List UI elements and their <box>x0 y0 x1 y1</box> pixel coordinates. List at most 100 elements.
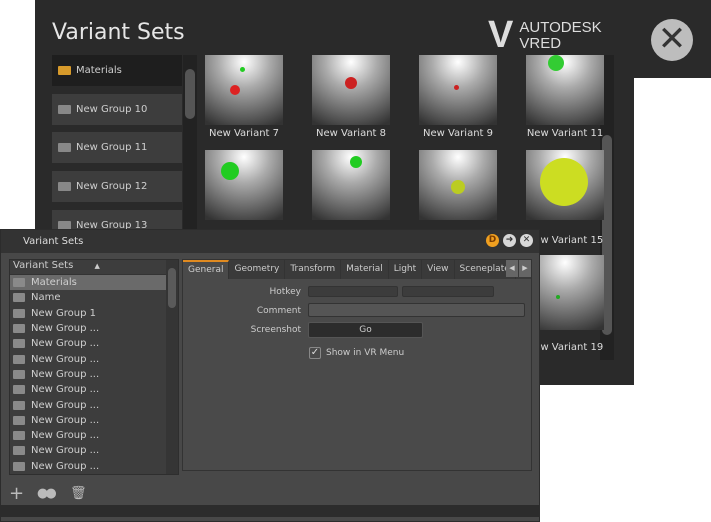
sphere-preview <box>540 158 588 206</box>
list-item[interactable]: New Group ... <box>10 397 166 412</box>
variant-thumbnail[interactable] <box>205 150 283 220</box>
variant-thumbnail[interactable] <box>205 55 283 125</box>
folder-icon <box>13 354 25 364</box>
variant-thumbnail[interactable] <box>419 150 497 220</box>
list-item[interactable]: New Group ... <box>10 336 166 351</box>
list-item[interactable]: Materials <box>10 275 166 291</box>
scroll-thumb[interactable] <box>168 268 176 308</box>
list-item[interactable]: New Group ... <box>10 321 166 336</box>
variant-label: New Variant 9 <box>423 128 493 139</box>
variant-thumbnail[interactable] <box>419 55 497 125</box>
add-icon[interactable]: + <box>9 483 24 504</box>
variant-thumbnail[interactable] <box>312 55 390 125</box>
logo-line1: AUTODESK <box>519 18 602 36</box>
folder-icon <box>13 308 25 318</box>
screenshot-label: Screenshot <box>250 325 301 335</box>
tab-scroll-buttons: ◀ ▶ <box>506 260 531 277</box>
list-item-label: Name <box>31 292 61 304</box>
list-scrollbar[interactable] <box>166 260 178 474</box>
list-item-label: New Group ... <box>31 353 100 365</box>
variant-sets-window: Variant Sets D ➜ ✕ Variant Sets ▲ Material… <box>0 229 540 522</box>
tab-view[interactable]: View <box>422 260 455 279</box>
sphere-preview <box>221 162 239 180</box>
sort-icon: ▲ <box>94 262 100 270</box>
list-header-label: Variant Sets <box>13 260 74 271</box>
list-item[interactable]: New Group ... <box>10 351 166 366</box>
tab-general[interactable]: General <box>183 260 230 279</box>
group-item[interactable]: Materials <box>52 55 182 86</box>
folder-icon <box>13 369 25 379</box>
group-label: New Group 11 <box>76 142 148 153</box>
list-header[interactable]: Variant Sets ▲ <box>10 260 178 275</box>
show-in-vr-label: Show in VR Menu <box>326 348 405 358</box>
logo-line2: VRED <box>519 34 562 52</box>
tab-material[interactable]: Material <box>341 260 389 279</box>
sphere-preview <box>548 55 564 71</box>
group-item[interactable]: New Group 11 <box>52 132 182 163</box>
sphere-preview <box>240 67 245 72</box>
list-item[interactable]: Name <box>10 290 166 305</box>
properties-panel: General Geometry Transform Material Light Vie… <box>182 259 532 471</box>
list-item-label: New Group 1 <box>31 307 96 319</box>
folder-icon <box>58 143 71 152</box>
sphere-preview <box>556 295 560 299</box>
folder-icon <box>13 339 25 349</box>
group-item[interactable]: New Group 12 <box>52 171 182 202</box>
variant-sets-list: Variant Sets ▲ Materials Name New Group 1 N… <box>9 259 179 475</box>
list-item[interactable]: New Group ... <box>10 413 166 428</box>
folder-icon <box>13 324 25 334</box>
folder-icon <box>13 293 25 303</box>
sphere-preview <box>454 85 459 90</box>
tab-left-icon[interactable]: ◀ <box>506 260 518 277</box>
duplicate-icon[interactable]: ●● <box>37 486 57 501</box>
variant-thumbnail[interactable] <box>526 150 604 220</box>
list-item-label: New Group ... <box>31 368 100 380</box>
variant-thumbnail[interactable] <box>312 150 390 220</box>
list-item-label: New Group ... <box>31 460 100 472</box>
screenshot-go-button[interactable]: Go <box>308 322 423 338</box>
tab-right-icon[interactable]: ▶ <box>519 260 531 277</box>
d-icon[interactable]: D <box>486 234 499 247</box>
list-item[interactable]: New Group ... <box>10 459 166 474</box>
hotkey-label: Hotkey <box>269 287 301 297</box>
group-item[interactable]: New Group 10 <box>52 94 182 125</box>
tab-transform[interactable]: Transform <box>285 260 342 279</box>
folder-icon <box>13 431 25 441</box>
hotkey-field-1[interactable] <box>308 286 398 297</box>
arrow-right-icon[interactable]: ➜ <box>503 234 516 247</box>
variant-label: New Variant 8 <box>316 128 386 139</box>
list-item-label: New Group ... <box>31 323 100 335</box>
toolbar: + ●● 🗑 <box>1 483 539 505</box>
comment-input[interactable] <box>308 303 525 317</box>
close-icon[interactable]: ✕ <box>520 234 533 247</box>
list-item[interactable]: New Group ... <box>10 367 166 382</box>
tab-geometry[interactable]: Geometry <box>229 260 286 279</box>
list-item-label: New Group ... <box>31 338 100 350</box>
comment-label: Comment <box>256 306 301 316</box>
variant-label: New Variant 7 <box>209 128 279 139</box>
folder-icon <box>13 278 25 288</box>
back-window-title: Variant Sets <box>52 20 185 45</box>
list-item[interactable]: New Group ... <box>10 382 166 397</box>
scroll-thumb[interactable] <box>185 69 195 119</box>
list-item-label: New Group ... <box>31 414 100 426</box>
group-label: New Group 10 <box>76 104 148 115</box>
show-in-vr-checkbox[interactable]: ✓ <box>309 347 321 359</box>
trash-icon[interactable]: 🗑 <box>70 486 87 501</box>
list-item[interactable]: New Group 1 <box>10 306 166 321</box>
list-item[interactable]: New Group ... <box>10 428 166 443</box>
sphere-preview <box>350 156 362 168</box>
list-item[interactable]: New Group ... <box>10 443 166 458</box>
folder-icon <box>58 182 71 191</box>
status-bar <box>1 505 539 517</box>
folder-icon <box>13 461 25 471</box>
hotkey-field-2[interactable] <box>402 286 494 297</box>
sphere-preview <box>451 180 465 194</box>
variant-thumbnail[interactable] <box>526 55 604 125</box>
groups-scrollbar[interactable] <box>183 55 197 230</box>
close-icon[interactable]: ✕ <box>651 19 693 61</box>
tab-light[interactable]: Light <box>389 260 423 279</box>
folder-icon <box>13 415 25 425</box>
folder-icon <box>58 66 71 75</box>
folder-icon <box>13 400 25 410</box>
